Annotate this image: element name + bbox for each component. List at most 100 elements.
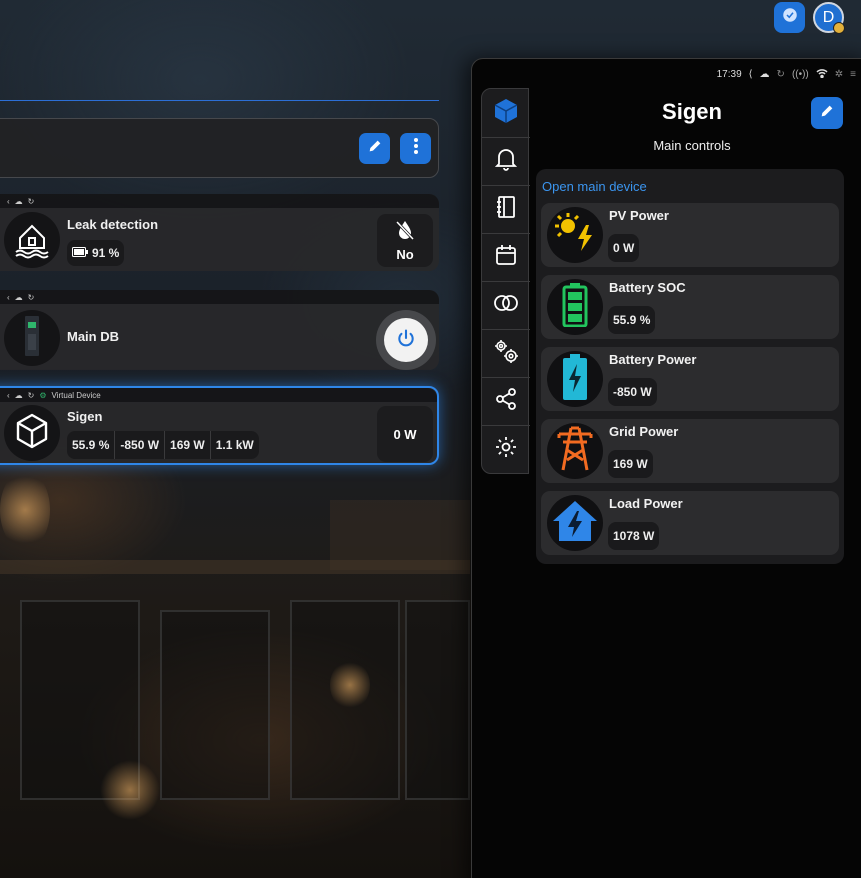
power-toggle-button[interactable] [384, 318, 428, 362]
device-icon [4, 212, 60, 268]
sync-icon: ↻ [776, 68, 785, 80]
status-bar: 17:39 ⟨ ☁ ↻ ((•)) ✲ ≡ [472, 59, 861, 89]
control-icon [547, 279, 603, 335]
device-name: Main DB [67, 329, 119, 344]
rail-settings[interactable] [482, 425, 530, 473]
rail-automations[interactable] [482, 329, 530, 377]
panel-edit-button[interactable] [811, 97, 843, 129]
header-card [0, 118, 439, 178]
device-icon [4, 405, 60, 461]
power-icon [396, 328, 416, 353]
virtual-device-tag: Virtual Device [51, 390, 101, 400]
rail-notebook[interactable] [482, 185, 530, 233]
battery-full-icon [562, 282, 588, 332]
edit-button[interactable] [359, 133, 390, 164]
sync-icon: ↻ [27, 292, 35, 302]
stat-battery-power: -850 W [114, 431, 164, 459]
water-status-box[interactable]: No [377, 214, 433, 267]
panel-subtitle: Main controls [653, 138, 731, 153]
control-name: Load Power [609, 496, 683, 511]
db-panel-icon [22, 314, 42, 363]
control-load-power[interactable]: Load Power 1078 W [541, 491, 839, 555]
device-panel: 17:39 ⟨ ☁ ↻ ((•)) ✲ ≡ Sigen Main control… [471, 58, 861, 878]
battery-pill: 91 % [67, 240, 125, 266]
avatar-badge [833, 22, 845, 34]
control-value: 0 W [608, 234, 640, 262]
rail-notifications[interactable] [482, 137, 530, 185]
transmission-tower-icon [555, 426, 595, 477]
power-value-box[interactable]: 0 W [377, 406, 433, 462]
control-name: Battery Power [609, 352, 697, 367]
control-battery-soc[interactable]: Battery SOC 55.9 % [541, 275, 839, 339]
calendar-icon [495, 244, 517, 271]
extension-button[interactable] [774, 2, 805, 33]
device-status-strip: ‹ ☁ ↻ [0, 194, 439, 208]
rail-links[interactable] [482, 281, 530, 329]
cube-icon [494, 98, 518, 129]
sun-bolt-icon [552, 212, 598, 258]
control-value: 55.9 % [608, 306, 656, 334]
battery-charging-icon [562, 353, 588, 405]
rss-icon: ≡ [850, 68, 856, 80]
cloud-icon: ☁ [14, 390, 23, 400]
pencil-icon [367, 138, 383, 159]
share-icon: ‹ [7, 196, 10, 206]
notebook-icon [495, 195, 517, 224]
device-icon [4, 310, 60, 366]
control-value: 1078 W [608, 522, 660, 550]
control-name: Battery SOC [609, 280, 686, 295]
control-name: Grid Power [609, 424, 679, 439]
control-battery-power[interactable]: Battery Power -850 W [541, 347, 839, 411]
control-icon [547, 423, 603, 479]
cloud-icon: ☁ [759, 68, 770, 80]
divider-line [0, 100, 439, 101]
status-time: 17:39 [716, 68, 742, 80]
device-card-main-db[interactable]: ‹ ☁ ↻ Main DB [0, 290, 439, 370]
battery-value: 91 % [92, 246, 120, 260]
puzzle-icon [781, 6, 799, 29]
control-value: 169 W [608, 450, 653, 478]
sync-icon: ↻ [27, 196, 35, 206]
device-name: Sigen [67, 409, 103, 424]
device-status-strip: ‹ ☁ ↻ ⚙ Virtual Device [0, 388, 437, 402]
share-icon: ⟨ [748, 68, 753, 80]
settings-icon [494, 435, 518, 464]
pencil-icon [819, 103, 835, 124]
control-icon [547, 207, 603, 263]
more-button[interactable] [400, 133, 431, 164]
avatar-letter: D [822, 8, 835, 26]
rail-cube[interactable] [482, 89, 530, 137]
panel-nav-rail [481, 88, 530, 474]
stat-soc: 55.9 % [72, 438, 110, 452]
device-name: Leak detection [67, 217, 159, 232]
open-main-device-link[interactable]: Open main device [542, 179, 647, 194]
bell-icon [494, 147, 518, 176]
control-grid-power[interactable]: Grid Power 169 W [541, 419, 839, 483]
vertical-dots-icon [413, 137, 419, 160]
water-off-icon [395, 220, 415, 245]
share-icon: ‹ [7, 390, 10, 400]
rail-calendar[interactable] [482, 233, 530, 281]
control-value: -850 W [608, 378, 657, 406]
share-icon [494, 387, 518, 416]
sync-icon: ↻ [27, 390, 35, 400]
main-controls: Open main device PV Power 0 W Battery SO… [536, 169, 844, 564]
rail-share[interactable] [482, 377, 530, 425]
control-icon [547, 351, 603, 407]
cloud-icon: ☁ [14, 196, 23, 206]
user-avatar[interactable]: D [813, 2, 845, 34]
power-value: 0 W [393, 426, 417, 442]
link-icon [493, 292, 519, 319]
device-card-leak-detection[interactable]: ‹ ☁ ↻ Leak detection 91 % No [0, 194, 439, 271]
battery-icon [72, 246, 88, 260]
radio-icon: ((•)) [791, 68, 809, 80]
gears-icon [493, 338, 519, 369]
share-icon: ‹ [7, 292, 10, 302]
house-water-icon [10, 216, 54, 265]
control-pv-power[interactable]: PV Power 0 W [541, 203, 839, 267]
control-name: PV Power [609, 208, 669, 223]
wifi-icon [816, 68, 828, 81]
device-card-sigen[interactable]: ‹ ☁ ↻ ⚙ Virtual Device Sigen 55.9 % -850… [0, 386, 439, 465]
panel-title: Sigen [662, 99, 722, 124]
home-bolt-icon [551, 499, 599, 548]
